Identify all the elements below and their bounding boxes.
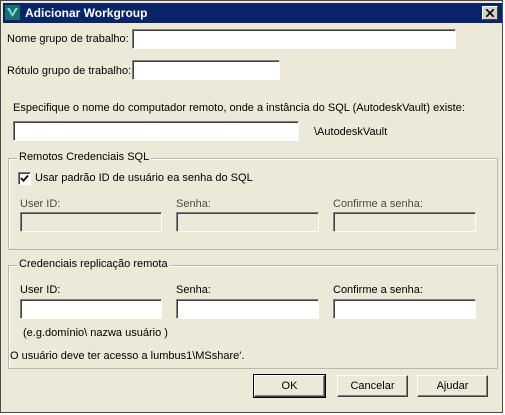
close-icon <box>486 9 494 17</box>
vault-app-icon <box>5 5 20 20</box>
workgroup-name-input[interactable] <box>132 29 456 49</box>
sql-user-id-input[interactable] <box>20 212 162 232</box>
ok-button[interactable]: OK <box>253 374 326 398</box>
workgroup-label-input[interactable] <box>132 60 280 80</box>
use-default-checkbox[interactable] <box>18 172 31 185</box>
sql-credentials-legend: Remotos Credenciais SQL <box>17 151 152 163</box>
sql-user-id-label: User ID: <box>20 198 61 210</box>
sql-confirm-input[interactable] <box>333 212 476 232</box>
cancel-button[interactable]: Cancelar <box>337 375 408 397</box>
title-bar[interactable]: Adicionar Workgroup <box>3 3 502 23</box>
access-note: O usuário deve ter acesso a lumbus1\MSsh… <box>10 350 245 362</box>
replication-confirm-label: Confirme a senha: <box>333 284 423 296</box>
domain-example-hint: (e.g.domínio\ nazwa usuário ) <box>23 327 168 339</box>
replication-user-id-input[interactable] <box>20 299 162 319</box>
help-button[interactable]: Ajudar <box>417 375 488 397</box>
replication-user-id-label: User ID: <box>20 284 61 296</box>
replication-credentials-legend: Credenciais replicação remota <box>17 258 170 270</box>
dialog-window: Adicionar Workgroup Nome grupo de trabal… <box>0 0 503 413</box>
replication-password-label: Senha: <box>176 284 211 296</box>
close-button[interactable] <box>482 6 498 20</box>
instance-suffix: \AutodeskVault <box>314 126 388 138</box>
remote-computer-prompt: Especifique o nome do computador remoto,… <box>13 102 465 114</box>
sql-confirm-label: Confirme a senha: <box>333 198 423 210</box>
replication-confirm-input[interactable] <box>333 299 476 319</box>
remote-computer-input[interactable] <box>13 121 299 141</box>
window-title: Adicionar Workgroup <box>25 6 148 20</box>
sql-password-label: Senha: <box>176 198 211 210</box>
workgroup-name-label: Nome grupo de trabalho: <box>7 33 129 45</box>
use-default-label[interactable]: Usar padrão ID de usuário ea senha do SQ… <box>35 172 253 184</box>
checkmark-icon <box>20 174 29 183</box>
replication-password-input[interactable] <box>176 299 319 319</box>
sql-password-input[interactable] <box>176 212 319 232</box>
workgroup-label-label: Rótulo grupo de trabalho: <box>7 65 132 77</box>
